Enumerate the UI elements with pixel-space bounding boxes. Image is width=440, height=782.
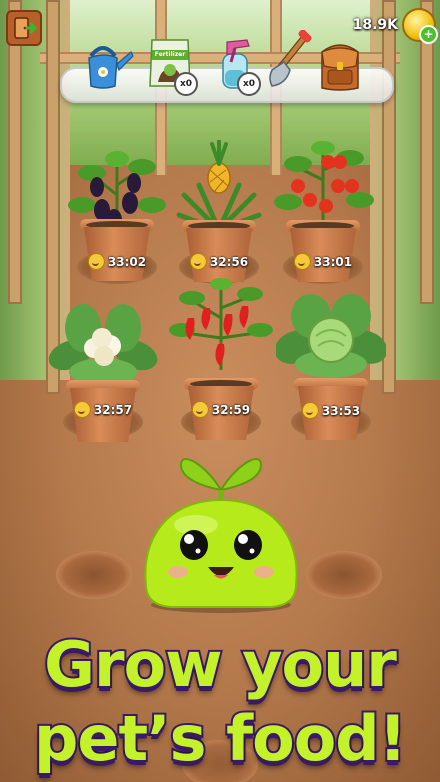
promo-title: Grow your pet’s food! — [0, 626, 440, 777]
promo-title-line2: pet’s food! — [32, 700, 409, 777]
timer-value: 32:59 — [211, 402, 251, 417]
grow-timer: 32:57 — [73, 401, 133, 418]
window-frame — [420, 0, 434, 304]
pineapple-plant[interactable]: 32:56 — [164, 140, 274, 284]
smiley-icon — [301, 402, 319, 419]
spray-count-badge: x0 — [237, 72, 261, 96]
watering-can-icon — [88, 46, 134, 89]
grow-timer: 32:59 — [191, 401, 251, 418]
coin-amount: 18.9K — [352, 17, 398, 33]
timer-value: 33:01 — [313, 254, 353, 269]
timer-value: 32:57 — [93, 402, 133, 417]
pepper-plant-icon — [169, 278, 273, 370]
promo-title-line1: Grow your — [42, 626, 399, 703]
spray-bottle-tool[interactable]: x0 — [205, 32, 265, 96]
watering-can-tool[interactable] — [75, 34, 135, 96]
grow-timer: 33:01 — [293, 253, 353, 270]
grow-timer: 33:53 — [301, 402, 361, 419]
timer-value: 32:56 — [209, 254, 249, 269]
empty-planting-hole[interactable] — [306, 551, 382, 599]
greenhouse-scene: 18.9K + Fertilizer x0 x0 33:02 32:56 33:… — [0, 0, 440, 782]
tomato-plant[interactable]: 33:01 — [268, 140, 378, 284]
pepper-plant[interactable]: 32:59 — [166, 278, 276, 440]
timer-value: 33:53 — [321, 403, 361, 418]
smiley-icon — [293, 253, 311, 270]
exit-button[interactable] — [6, 10, 42, 46]
smiley-icon — [191, 401, 209, 418]
cabbage-plant[interactable]: 33:53 — [276, 292, 386, 440]
slime-pet[interactable] — [136, 445, 306, 615]
blackberry-plant[interactable]: 33:02 — [62, 145, 172, 285]
empty-planting-hole[interactable] — [56, 551, 132, 599]
backpack-tool[interactable] — [310, 34, 370, 96]
exit-door-icon — [14, 17, 37, 39]
fertilizer-count-badge: x0 — [174, 72, 198, 96]
cauliflower-plant[interactable]: 32:57 — [48, 300, 158, 442]
grow-timer: 32:56 — [189, 253, 249, 270]
coin-icon: + — [402, 8, 438, 44]
timer-value: 33:02 — [107, 254, 147, 269]
fertilizer-tool[interactable]: Fertilizer x0 — [140, 32, 200, 96]
backpack-icon — [321, 44, 359, 91]
grow-timer: 33:02 — [87, 253, 147, 270]
smiley-icon — [87, 253, 105, 270]
smiley-icon — [189, 253, 207, 270]
add-coins-plus-icon[interactable]: + — [419, 25, 438, 44]
fertilizer-label: Fertilizer — [154, 51, 186, 58]
smiley-icon — [73, 401, 91, 418]
cabbage-icon — [276, 294, 386, 378]
